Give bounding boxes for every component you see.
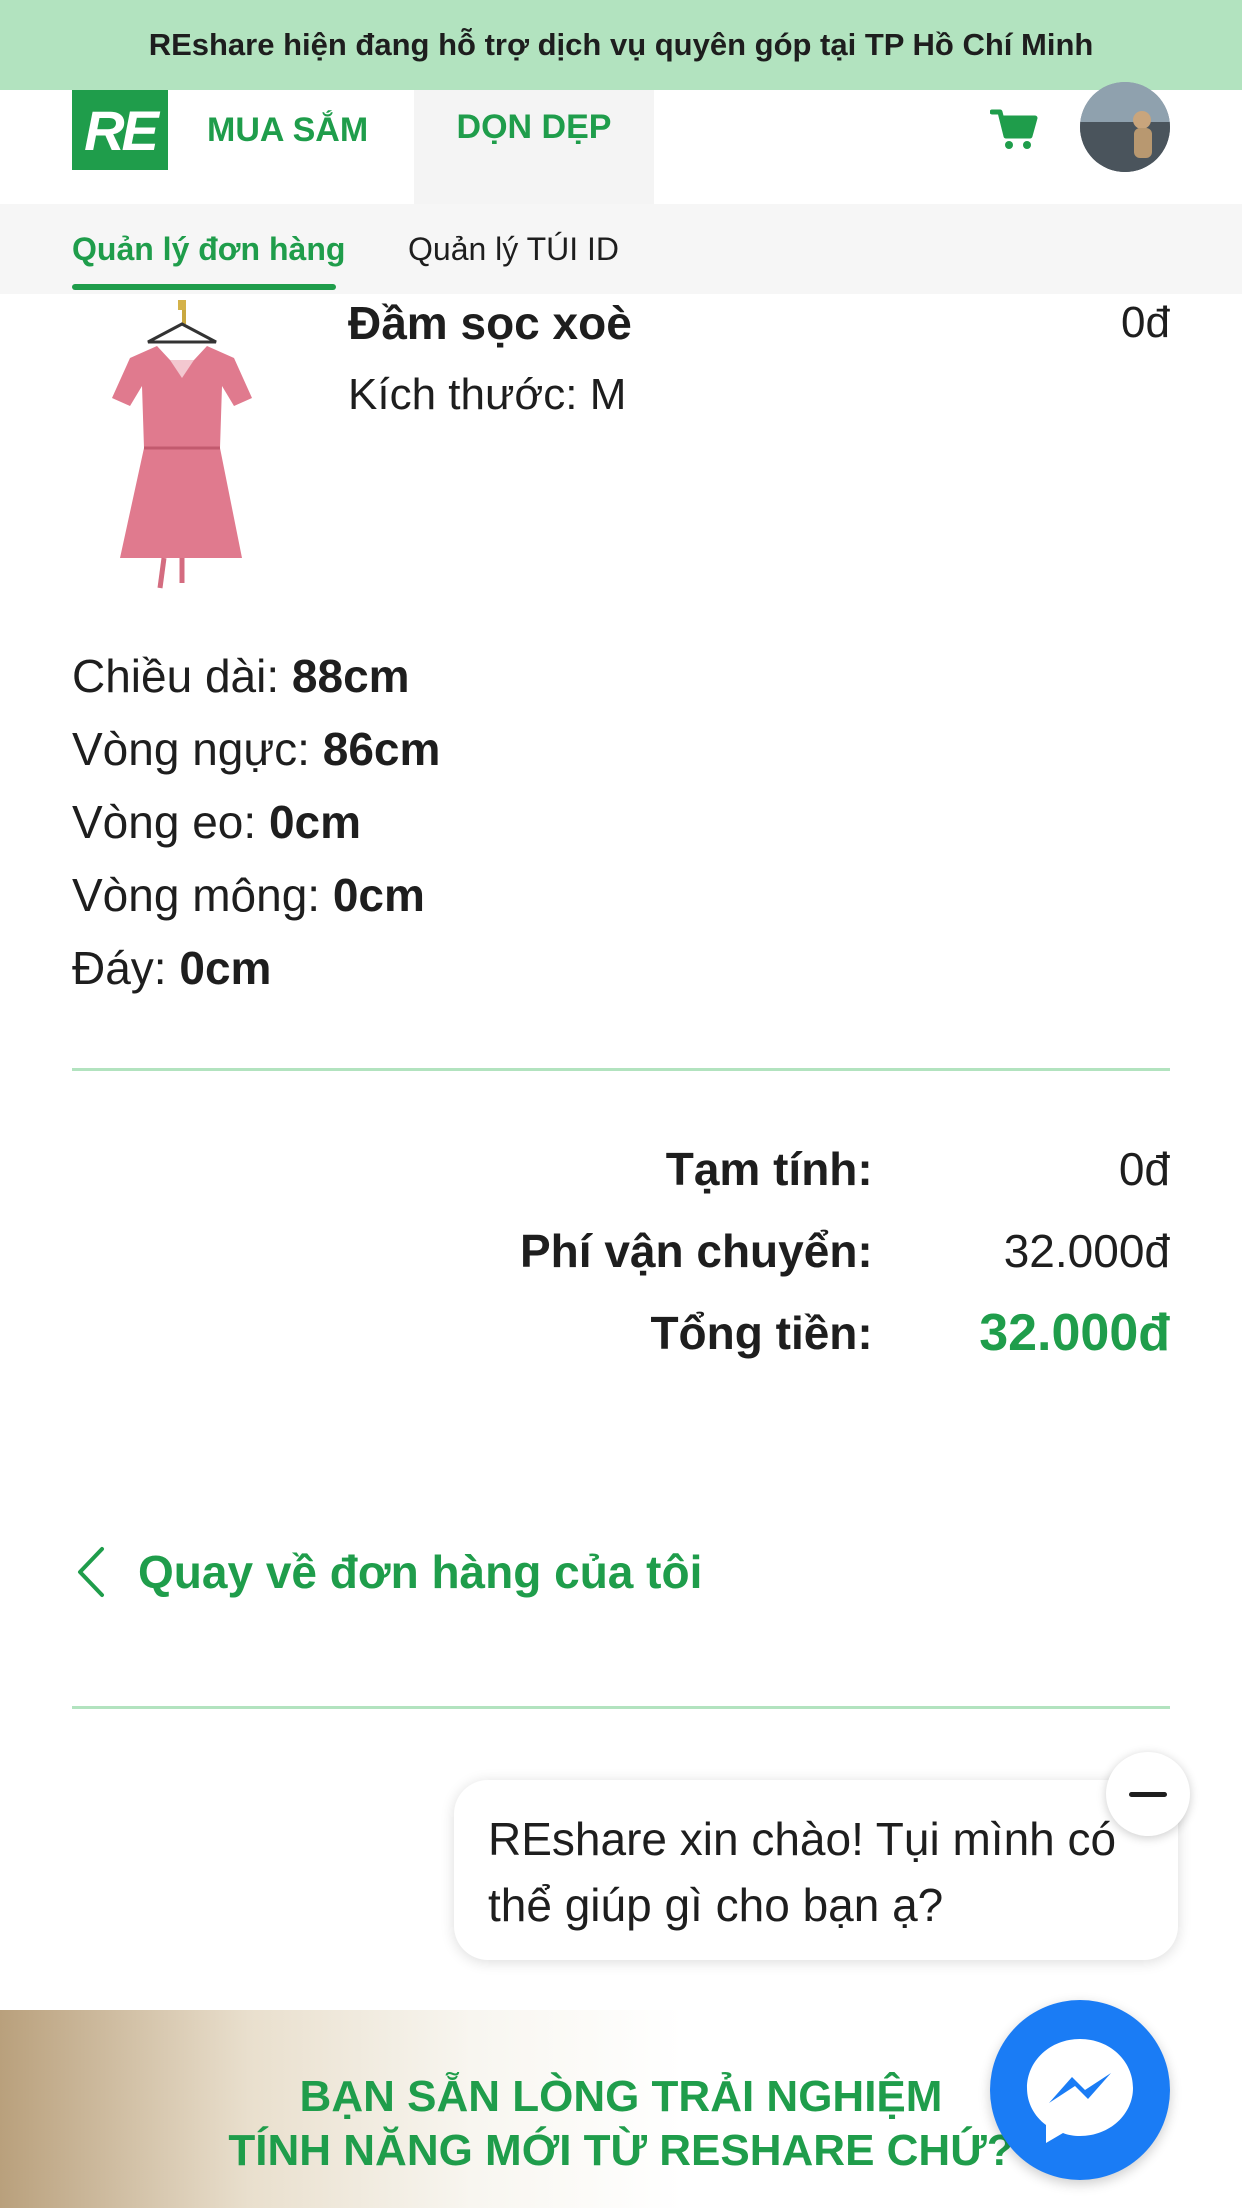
- measure-length: Chiều dài: 88cm: [72, 640, 440, 713]
- total-value: 32.000đ: [979, 1304, 1170, 1362]
- announcement-banner: REshare hiện đang hỗ trợ dịch vụ quyên g…: [0, 0, 1242, 90]
- measurements-list: Chiều dài: 88cm Vòng ngực: 86cm Vòng eo:…: [72, 640, 440, 1005]
- nav-clean[interactable]: DỌN DẸP: [414, 90, 654, 204]
- tab-order-management[interactable]: Quản lý đơn hàng: [72, 204, 345, 294]
- measure-value: 0cm: [179, 942, 272, 994]
- measure-value: 88cm: [291, 650, 410, 702]
- messenger-icon: [1027, 2039, 1133, 2143]
- shipping-value: 32.000đ: [1003, 1225, 1170, 1277]
- measure-value: 0cm: [268, 796, 362, 848]
- section-divider: [72, 1068, 1170, 1071]
- total-label: Tổng tiền:: [650, 1307, 873, 1359]
- active-tab-indicator: [72, 284, 336, 290]
- tab-bag-id-management[interactable]: Quản lý TÚI ID: [408, 204, 619, 294]
- nav-shop[interactable]: MUA SẮM: [207, 90, 368, 170]
- measure-label: Chiều dài:: [72, 650, 280, 702]
- measure-value: 0cm: [332, 869, 425, 921]
- section-divider: [72, 1706, 1170, 1709]
- subtotal-value: 0đ: [1118, 1143, 1170, 1195]
- measure-label: Đáy:: [72, 942, 167, 994]
- minus-icon: [1129, 1791, 1167, 1797]
- measure-label: Vòng ngực:: [72, 723, 310, 775]
- product-size: Kích thước: M: [348, 370, 626, 420]
- measure-waist: Vòng eo: 0cm: [72, 786, 440, 859]
- user-avatar[interactable]: [1080, 82, 1170, 172]
- measure-value: 86cm: [322, 723, 441, 775]
- chat-greeting-bubble[interactable]: REshare xin chào! Tụi mình có thể giúp g…: [454, 1780, 1178, 1960]
- subtotal-row: Tạm tính: 0đ: [470, 1128, 1170, 1210]
- chat-message: REshare xin chào! Tụi mình có thể giúp g…: [488, 1813, 1117, 1931]
- product-name: Đầm sọc xoè: [348, 297, 632, 349]
- back-to-orders-link[interactable]: Quay về đơn hàng của tôi: [72, 1545, 702, 1599]
- reshare-logo[interactable]: RE: [72, 90, 168, 170]
- product-image: [72, 298, 292, 598]
- subtotal-label: Tạm tính:: [665, 1143, 873, 1195]
- announcement-text: REshare hiện đang hỗ trợ dịch vụ quyên g…: [148, 27, 1094, 62]
- cart-icon[interactable]: [989, 108, 1038, 152]
- size-label: Kích thước:: [348, 370, 578, 419]
- product-price: 0đ: [1121, 298, 1170, 347]
- order-totals: Tạm tính: 0đ Phí vận chuyển: 32.000đ Tổn…: [470, 1128, 1170, 1374]
- logo-text: RE: [84, 98, 159, 162]
- measure-label: Vòng mông:: [72, 869, 321, 921]
- total-row: Tổng tiền: 32.000đ: [470, 1292, 1170, 1374]
- tab-order-management-label: Quản lý đơn hàng: [72, 230, 346, 267]
- chevron-left-icon: [78, 1547, 104, 1597]
- shipping-row: Phí vận chuyển: 32.000đ: [470, 1210, 1170, 1292]
- nav-clean-label: DỌN DẸP: [456, 108, 612, 146]
- messenger-chat-button[interactable]: [990, 2000, 1170, 2180]
- shipping-label: Phí vận chuyển:: [519, 1225, 873, 1277]
- measure-bust: Vòng ngực: 86cm: [72, 713, 440, 786]
- sub-navigation: Quản lý đơn hàng Quản lý TÚI ID: [0, 204, 1242, 294]
- top-header: RE MUA SẮM DỌN DẸP: [0, 90, 1242, 204]
- minimize-chat-button[interactable]: [1106, 1752, 1190, 1836]
- measure-label: Vòng eo:: [72, 796, 257, 848]
- back-link-label: Quay về đơn hàng của tôi: [138, 1546, 703, 1598]
- nav-shop-label: MUA SẮM: [207, 110, 369, 149]
- tab-bag-id-label: Quản lý TÚI ID: [408, 230, 620, 267]
- measure-hip: Vòng mông: 0cm: [72, 859, 440, 932]
- measure-rise: Đáy: 0cm: [72, 932, 440, 1005]
- size-value: M: [589, 370, 627, 419]
